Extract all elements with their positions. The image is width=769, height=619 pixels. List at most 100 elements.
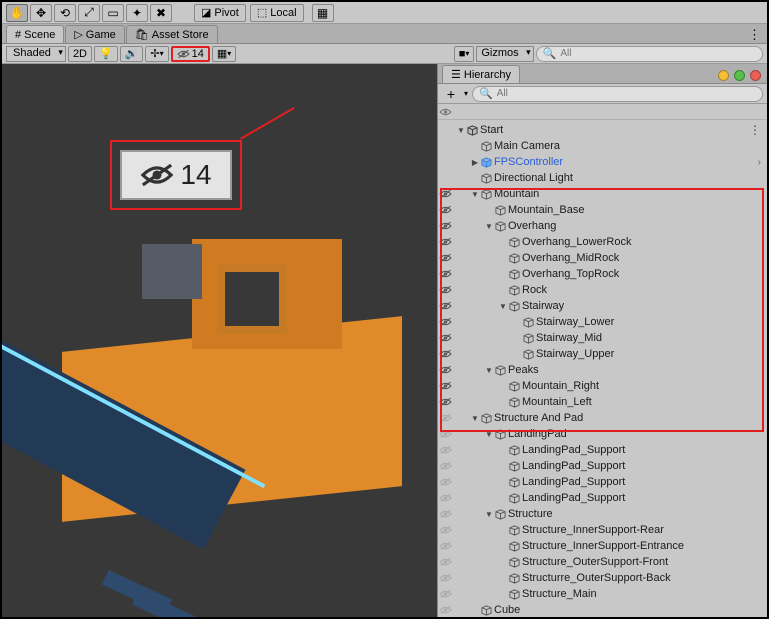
hidden-objects-button[interactable]: 14 — [171, 46, 210, 62]
visibility-toggle[interactable] — [438, 461, 452, 471]
visibility-toggle[interactable] — [438, 317, 452, 327]
hierarchy-row[interactable]: Cube — [438, 602, 767, 617]
visibility-toggle[interactable] — [438, 237, 452, 247]
visibility-toggle[interactable] — [438, 589, 452, 599]
hierarchy-row[interactable]: ▼Structure — [438, 506, 767, 522]
lighting-toggle[interactable]: 💡 — [94, 46, 118, 62]
local-toggle-button[interactable]: ⬚ Local — [250, 4, 304, 22]
hierarchy-tree[interactable]: ▼Start⋮Main Camera▶FPSController›Directi… — [438, 120, 767, 617]
visibility-toggle[interactable] — [438, 541, 452, 551]
hierarchy-row[interactable]: Mountain_Left — [438, 394, 767, 410]
hierarchy-row[interactable]: Structure_Main — [438, 586, 767, 602]
foldout-toggle[interactable]: ▼ — [456, 126, 466, 135]
hierarchy-search-input[interactable] — [497, 88, 756, 99]
move-tool-button[interactable]: ✥ — [30, 4, 52, 22]
scene-context-menu-button[interactable]: ⋮ — [749, 123, 761, 137]
tab-hierarchy[interactable]: ☰ Hierarchy — [442, 65, 520, 83]
draw-mode-dropdown[interactable]: Shaded — [6, 46, 66, 62]
foldout-toggle[interactable]: ▶ — [470, 158, 480, 167]
maximize-dot[interactable] — [734, 70, 745, 81]
foldout-toggle[interactable]: ▼ — [484, 366, 494, 375]
hierarchy-row[interactable]: Rock — [438, 282, 767, 298]
visibility-toggle[interactable] — [438, 429, 452, 439]
mode-2d-toggle[interactable]: 2D — [68, 46, 92, 62]
foldout-toggle[interactable]: ▼ — [470, 190, 480, 199]
close-dot[interactable] — [750, 70, 761, 81]
hierarchy-row[interactable]: ▼Structure And Pad — [438, 410, 767, 426]
transform-tool-button[interactable]: ✦ — [126, 4, 148, 22]
visibility-toggle[interactable] — [438, 397, 452, 407]
visibility-toggle[interactable] — [438, 557, 452, 567]
prefab-open-chevron-icon[interactable]: › — [758, 157, 761, 168]
hierarchy-row[interactable]: LandingPad_Support — [438, 490, 767, 506]
hierarchy-row[interactable]: Overhang_TopRock — [438, 266, 767, 282]
hierarchy-row[interactable]: Stairway_Upper — [438, 346, 767, 362]
tab-menu-button[interactable]: ⋮ — [748, 27, 761, 43]
hierarchy-row[interactable]: ▼Stairway — [438, 298, 767, 314]
snap-toggle-button[interactable]: ▦ — [312, 4, 334, 22]
visibility-toggle[interactable] — [438, 301, 452, 311]
visibility-toggle[interactable] — [438, 189, 452, 199]
visibility-toggle[interactable] — [438, 477, 452, 487]
tab-game[interactable]: ▷ Game — [65, 25, 124, 43]
hierarchy-row[interactable]: LandingPad_Support — [438, 442, 767, 458]
minimize-dot[interactable] — [718, 70, 729, 81]
visibility-toggle[interactable] — [438, 253, 452, 263]
visibility-toggle[interactable] — [438, 285, 452, 295]
visibility-toggle[interactable] — [438, 269, 452, 279]
scene-viewport[interactable]: 14 — [2, 64, 437, 617]
hierarchy-row[interactable]: Main Camera — [438, 138, 767, 154]
hierarchy-row[interactable]: Structure_InnerSupport-Entrance — [438, 538, 767, 554]
hierarchy-row[interactable]: ▼LandingPad — [438, 426, 767, 442]
foldout-toggle[interactable]: ▼ — [498, 302, 508, 311]
rect-tool-button[interactable]: ▭ — [102, 4, 124, 22]
visibility-toggle[interactable] — [438, 365, 452, 375]
scene-search-field[interactable]: 🔍 — [536, 46, 763, 62]
hierarchy-row[interactable]: Structure_OuterSupport-Front — [438, 554, 767, 570]
hierarchy-row[interactable]: Stairway_Lower — [438, 314, 767, 330]
foldout-toggle[interactable]: ▼ — [484, 222, 494, 231]
hierarchy-row[interactable]: ▶FPSController› — [438, 154, 767, 170]
hierarchy-row[interactable]: ▼Overhang — [438, 218, 767, 234]
scene-search-input[interactable] — [560, 48, 756, 59]
hierarchy-row[interactable]: ▼Mountain — [438, 186, 767, 202]
foldout-toggle[interactable]: ▼ — [470, 414, 480, 423]
rotate-tool-button[interactable]: ⟲ — [54, 4, 76, 22]
hand-tool-button[interactable]: ✋ — [6, 4, 28, 22]
camera-settings-button[interactable]: ■▾ — [454, 46, 475, 62]
tab-asset-store[interactable]: 🛍 Asset Store — [126, 25, 218, 43]
tab-scene[interactable]: # Scene — [6, 25, 64, 43]
visibility-toggle[interactable] — [438, 493, 452, 503]
hierarchy-row[interactable]: Overhang_MidRock — [438, 250, 767, 266]
hierarchy-row[interactable]: ▼Peaks — [438, 362, 767, 378]
hierarchy-search-field[interactable]: 🔍 — [472, 86, 763, 102]
visibility-toggle[interactable] — [438, 605, 452, 615]
custom-tool-button[interactable]: ✖ — [150, 4, 172, 22]
grid-toggle[interactable]: ▦▾ — [212, 46, 236, 62]
hierarchy-row[interactable]: ▼Start⋮ — [438, 122, 767, 138]
visibility-toggle[interactable] — [438, 413, 452, 423]
hierarchy-row[interactable]: Mountain_Right — [438, 378, 767, 394]
hierarchy-row[interactable]: Structure_InnerSupport-Rear — [438, 522, 767, 538]
visibility-toggle[interactable] — [438, 221, 452, 231]
visibility-column-header[interactable] — [438, 104, 452, 120]
visibility-toggle[interactable] — [438, 205, 452, 215]
pivot-toggle-button[interactable]: ◪ Pivot — [194, 4, 246, 22]
audio-toggle[interactable]: 🔊 — [120, 46, 144, 62]
visibility-toggle[interactable] — [438, 381, 452, 391]
visibility-toggle[interactable] — [438, 525, 452, 535]
visibility-toggle[interactable] — [438, 349, 452, 359]
foldout-toggle[interactable]: ▼ — [484, 430, 494, 439]
visibility-toggle[interactable] — [438, 573, 452, 583]
hierarchy-row[interactable]: LandingPad_Support — [438, 474, 767, 490]
visibility-toggle[interactable] — [438, 333, 452, 343]
fx-toggle[interactable]: ✢▾ — [145, 46, 168, 62]
hierarchy-row[interactable]: Overhang_LowerRock — [438, 234, 767, 250]
visibility-toggle[interactable] — [438, 445, 452, 455]
visibility-toggle[interactable] — [438, 509, 452, 519]
hierarchy-row[interactable]: Structurre_OuterSupport-Back — [438, 570, 767, 586]
scale-tool-button[interactable]: ⤢ — [78, 4, 100, 22]
hierarchy-row[interactable]: LandingPad_Support — [438, 458, 767, 474]
hierarchy-row[interactable]: Stairway_Mid — [438, 330, 767, 346]
hierarchy-row[interactable]: Mountain_Base — [438, 202, 767, 218]
